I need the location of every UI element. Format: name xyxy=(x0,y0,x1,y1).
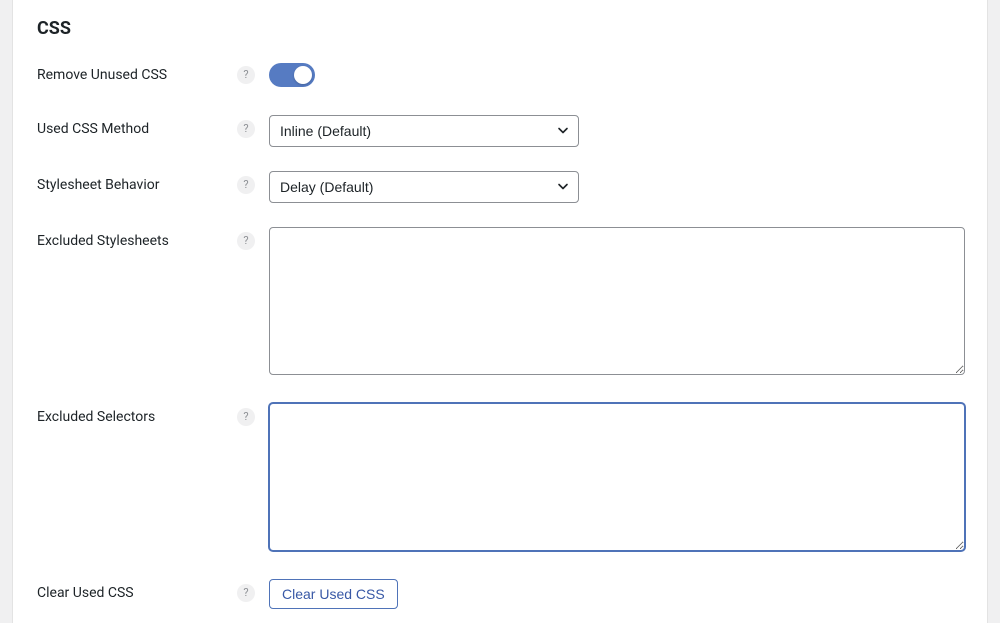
clear-used-css-button[interactable]: Clear Used CSS xyxy=(269,579,398,609)
row-remove-unused-css: Remove Unused CSS ? xyxy=(37,61,963,91)
row-excluded-selectors: Excluded Selectors ? xyxy=(37,403,963,555)
row-stylesheet-behavior: Stylesheet Behavior ? Delay (Default) xyxy=(37,171,963,203)
select-stylesheet-behavior-wrap: Delay (Default) xyxy=(269,171,579,203)
control-clear-used: Clear Used CSS xyxy=(269,579,963,609)
control-stylesheet-behavior: Delay (Default) xyxy=(269,171,963,203)
help-icon[interactable]: ? xyxy=(237,176,255,194)
css-settings-panel: CSS Remove Unused CSS ? Used CSS Method … xyxy=(12,0,988,623)
control-excluded-selectors xyxy=(269,403,965,555)
row-clear-used-css: Clear Used CSS ? Clear Used CSS xyxy=(37,579,963,609)
row-used-css-method: Used CSS Method ? Inline (Default) xyxy=(37,115,963,147)
select-used-css-method-wrap: Inline (Default) xyxy=(269,115,579,147)
label-used-css-method: Used CSS Method xyxy=(37,115,237,137)
section-title: CSS xyxy=(37,18,963,39)
select-used-css-method[interactable]: Inline (Default) xyxy=(269,115,579,147)
control-remove-unused xyxy=(269,61,963,91)
label-excluded-selectors: Excluded Selectors xyxy=(37,403,237,425)
row-excluded-stylesheets: Excluded Stylesheets ? xyxy=(37,227,963,379)
label-stylesheet-behavior: Stylesheet Behavior xyxy=(37,171,237,193)
control-used-method: Inline (Default) xyxy=(269,115,963,147)
control-excluded-stylesheets xyxy=(269,227,965,379)
label-clear-used-css: Clear Used CSS xyxy=(37,579,237,601)
select-stylesheet-behavior[interactable]: Delay (Default) xyxy=(269,171,579,203)
label-excluded-stylesheets: Excluded Stylesheets xyxy=(37,227,237,249)
help-icon[interactable]: ? xyxy=(237,584,255,602)
help-icon[interactable]: ? xyxy=(237,232,255,250)
textarea-excluded-selectors[interactable] xyxy=(269,403,965,551)
toggle-remove-unused-css[interactable] xyxy=(269,63,315,87)
help-icon[interactable]: ? xyxy=(237,120,255,138)
help-icon[interactable]: ? xyxy=(237,66,255,84)
textarea-excluded-stylesheets[interactable] xyxy=(269,227,965,375)
label-remove-unused-css: Remove Unused CSS xyxy=(37,61,237,83)
help-icon[interactable]: ? xyxy=(237,408,255,426)
toggle-knob xyxy=(294,66,312,84)
